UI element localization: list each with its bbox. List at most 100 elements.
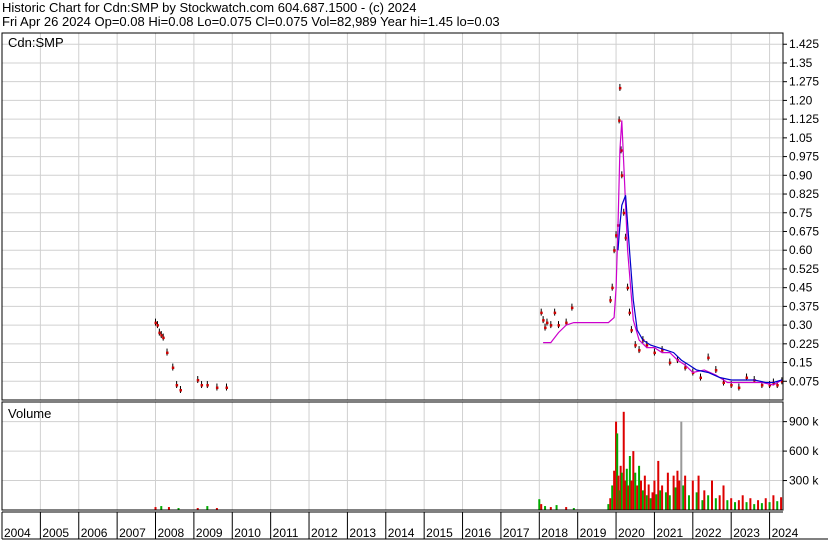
- volume-tick-label: 600 k: [789, 444, 819, 458]
- volume-bar: [160, 506, 163, 510]
- close-point: [628, 311, 631, 315]
- volume-bar: [607, 504, 610, 510]
- price-tick-label: 0.90: [789, 168, 813, 182]
- volume-bar: [780, 497, 783, 510]
- close-point: [158, 331, 161, 335]
- close-point: [553, 311, 557, 315]
- close-point: [613, 249, 616, 252]
- close-point: [549, 324, 553, 327]
- volume-bar: [776, 501, 779, 510]
- volume-bar: [630, 480, 633, 510]
- volume-bar: [768, 502, 771, 510]
- volume-bar: [666, 472, 669, 510]
- close-point: [156, 324, 159, 327]
- year-tick-label: 2012: [311, 526, 338, 540]
- year-tick-label: 2024: [772, 526, 799, 540]
- price-tick-label: 0.375: [789, 299, 819, 313]
- volume-bar: [643, 475, 646, 510]
- price-tick-label: 0.30: [789, 318, 813, 332]
- close-point: [699, 376, 702, 380]
- long-moving-average-line: [617, 195, 782, 384]
- volume-bar: [645, 495, 648, 510]
- volume-bar: [707, 495, 710, 510]
- year-tick-label: 2011: [273, 526, 299, 540]
- close-point: [162, 336, 165, 340]
- volume-bar: [657, 460, 660, 510]
- volume-bar: [676, 470, 679, 510]
- volume-bar: [734, 502, 737, 510]
- volume-bar: [206, 506, 209, 510]
- volume-bar: [664, 492, 667, 510]
- close-point: [570, 306, 574, 310]
- close-point: [611, 286, 614, 290]
- year-tick-label: 2022: [695, 526, 722, 540]
- price-marks: [154, 83, 784, 394]
- volume-bar: [722, 485, 725, 510]
- volume-bar: [701, 500, 704, 510]
- volume-bar: [682, 485, 685, 510]
- price-tick-label: 0.525: [789, 262, 819, 276]
- volume-bar: [609, 498, 612, 510]
- volume-bar: [634, 472, 637, 510]
- year-tick-label: 2009: [196, 526, 223, 540]
- volume-bar: [764, 498, 767, 510]
- year-tick-label: 2017: [503, 526, 530, 540]
- year-tick-label: 2008: [158, 526, 185, 540]
- price-tick-label: 1.125: [789, 112, 819, 126]
- volume-bar: [726, 500, 729, 510]
- close-point: [171, 366, 175, 370]
- volume-bar: [672, 475, 675, 510]
- close-point: [634, 344, 637, 347]
- price-panel-title: Cdn:SMP: [8, 35, 64, 50]
- volume-bar: [697, 475, 700, 510]
- volume-bar: [632, 451, 635, 510]
- volume-bar: [745, 502, 748, 510]
- close-point: [206, 384, 209, 387]
- close-point: [622, 211, 626, 215]
- year-tick-label: 2005: [42, 526, 69, 540]
- close-point: [618, 86, 622, 90]
- volume-bar: [640, 480, 642, 510]
- volume-bar: [760, 503, 763, 510]
- year-tick-label: 2010: [234, 526, 261, 540]
- year-tick-label: 2018: [541, 526, 568, 540]
- close-point: [745, 376, 749, 380]
- volume-bar: [620, 472, 623, 510]
- close-point: [776, 384, 779, 387]
- volume-bar: [703, 490, 706, 510]
- price-tick-label: 0.45: [789, 281, 813, 295]
- volume-bar: [749, 498, 752, 510]
- volume-bar: [647, 484, 650, 510]
- close-point: [668, 361, 672, 365]
- year-tick-label: 2015: [426, 526, 453, 540]
- volume-bar: [651, 492, 654, 510]
- close-point: [160, 334, 163, 337]
- year-tick-label: 2020: [618, 526, 645, 540]
- year-tick-label: 2004: [4, 526, 31, 540]
- close-point: [200, 384, 204, 387]
- price-tick-label: 0.675: [789, 224, 819, 238]
- volume-bar: [611, 485, 614, 510]
- volume-tick-label: 900 k: [789, 415, 819, 429]
- price-tick-label: 0.75: [789, 206, 813, 220]
- close-point: [544, 326, 547, 330]
- close-point: [545, 321, 549, 325]
- close-point: [166, 351, 169, 355]
- close-point: [737, 386, 741, 390]
- volume-bar: [655, 494, 658, 510]
- volume-bar: [674, 487, 677, 510]
- close-point: [638, 349, 641, 352]
- close-point: [215, 386, 219, 390]
- close-point: [225, 386, 229, 390]
- price-tick-label: 0.225: [789, 337, 819, 351]
- volume-bar: [684, 475, 687, 510]
- year-x-ticks: 2004 2005 2006 2007 2008 2009 2010 2011 2012 2013…: [1, 512, 799, 540]
- volume-bar: [638, 465, 641, 510]
- close-point: [557, 324, 560, 327]
- close-point: [609, 299, 612, 302]
- volume-bar: [649, 498, 652, 510]
- close-point: [542, 319, 545, 322]
- close-point: [626, 286, 630, 290]
- stock-chart: 1.425 1.35 1.275 1.20 1.125 1.05 0.975 0.90 0.82…: [1, 32, 828, 540]
- volume-marks: [154, 411, 783, 510]
